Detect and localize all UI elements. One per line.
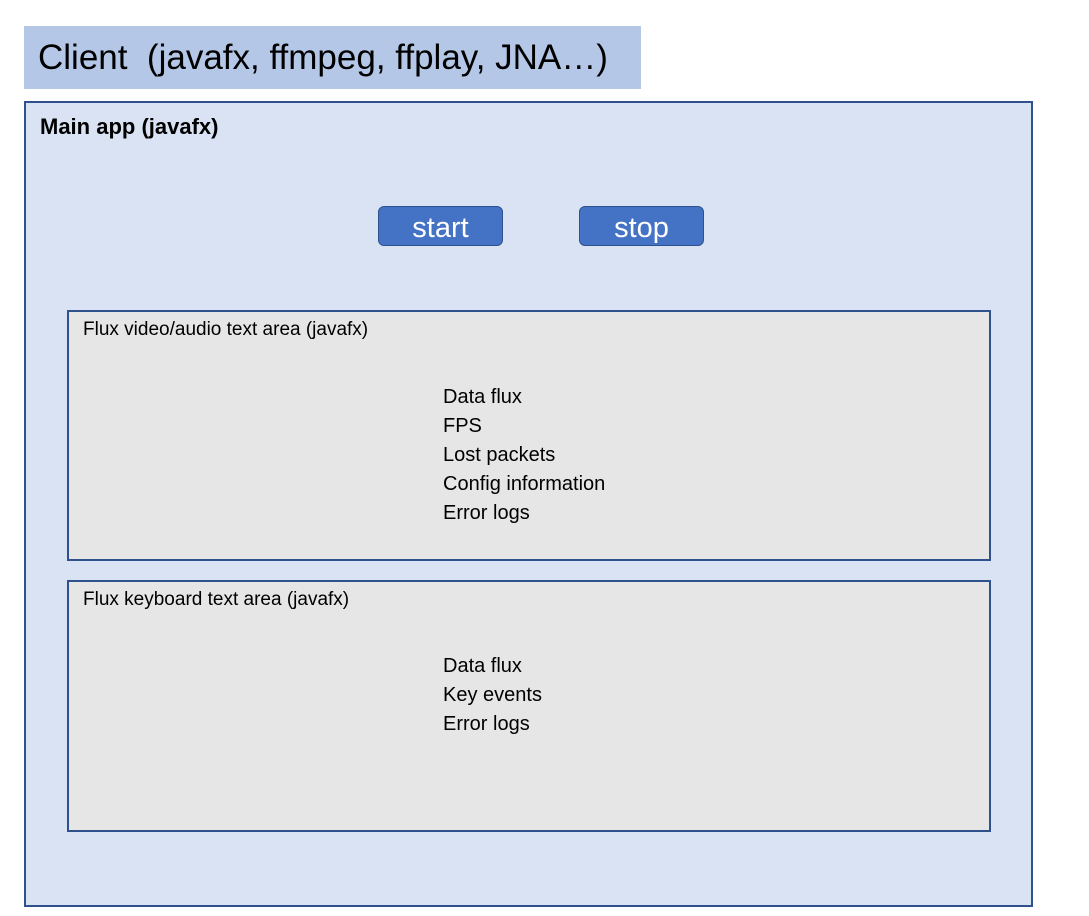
keyboard-log-list: Data flux Key events Error logs: [443, 652, 542, 739]
video-audio-log-list: Data flux FPS Lost packets Config inform…: [443, 383, 605, 528]
main-app-window: Main app (javafx) start stop Flux video/…: [24, 101, 1033, 907]
stop-button[interactable]: stop: [579, 206, 704, 246]
main-app-title: Main app (javafx): [40, 114, 219, 139]
log-line: Lost packets: [443, 444, 556, 466]
keyboard-text-area[interactable]: Flux keyboard text area (javafx) Data fl…: [67, 580, 991, 832]
video-audio-text-area[interactable]: Flux video/audio text area (javafx) Data…: [67, 310, 991, 561]
log-line: FPS: [443, 415, 482, 437]
keyboard-text-area-title: Flux keyboard text area (javafx): [83, 589, 350, 610]
log-line: Error logs: [443, 713, 530, 735]
log-line: Key events: [443, 684, 542, 706]
log-line: Data flux: [443, 655, 522, 677]
log-line: Data flux: [443, 386, 522, 408]
client-banner: Client (javafx, ffmpeg, ffplay, JNA…): [24, 26, 641, 89]
log-line: Config information: [443, 473, 606, 495]
client-title: Client (javafx, ffmpeg, ffplay, JNA…): [38, 38, 608, 77]
video-audio-text-area-title: Flux video/audio text area (javafx): [83, 319, 369, 340]
start-button[interactable]: start: [378, 206, 503, 246]
log-line: Error logs: [443, 502, 530, 524]
